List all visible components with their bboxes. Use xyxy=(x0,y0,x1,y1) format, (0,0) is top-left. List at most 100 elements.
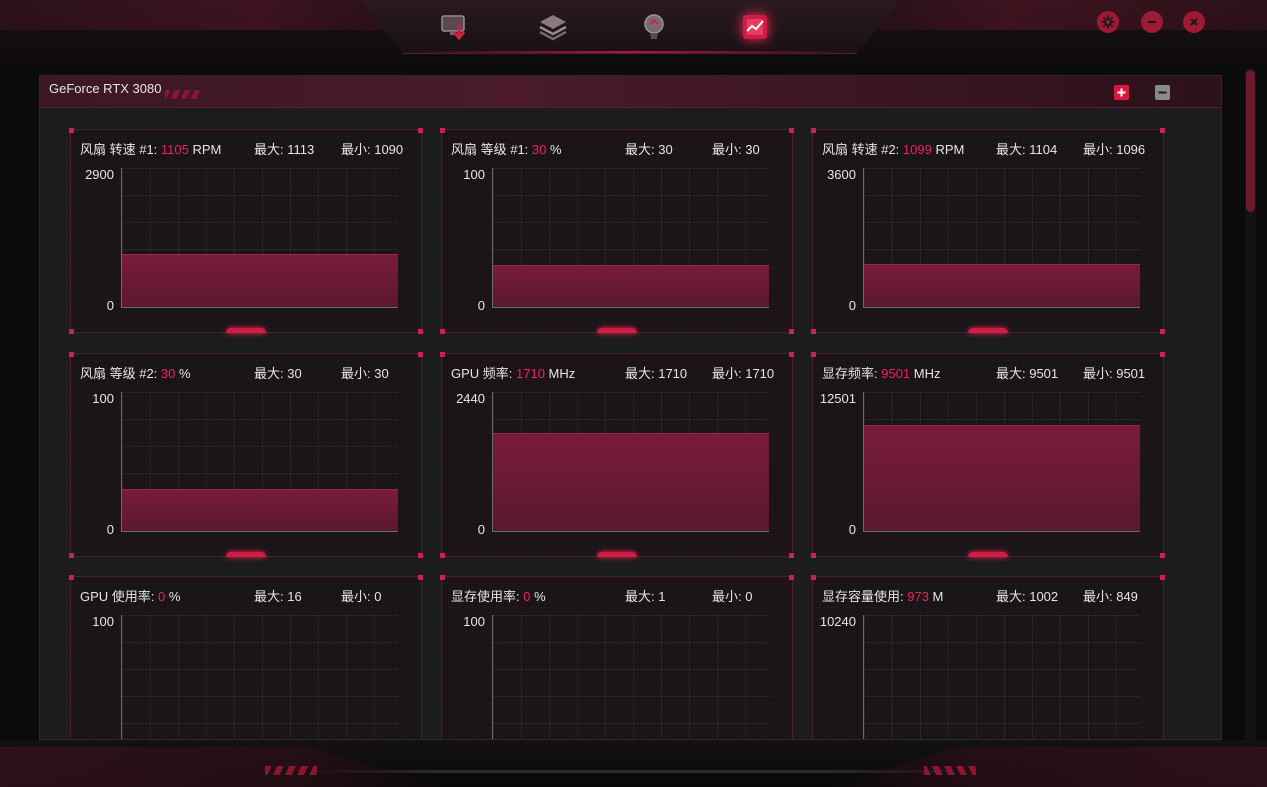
metric-min: 最小: 1096 xyxy=(1083,142,1146,157)
metric-max: 最大: 1 xyxy=(625,589,666,604)
y-axis-zero-label: 0 xyxy=(106,298,114,313)
metric-min: 最小: 849 xyxy=(1083,589,1138,604)
card-corner xyxy=(418,329,423,334)
metric-history-chart xyxy=(492,615,769,739)
metric-unit: % xyxy=(175,366,191,381)
metric-card: 显存容量使用: 973 M 最大: 1002 最小: 849 10240 xyxy=(811,575,1165,739)
y-axis-zero-label: 0 xyxy=(848,522,856,537)
y-axis-zero-label: 0 xyxy=(477,298,485,313)
metric-history-chart xyxy=(492,168,769,308)
card-corner xyxy=(1160,352,1165,357)
bottom-left-decoration xyxy=(0,747,440,787)
nav-lighting[interactable] xyxy=(636,9,672,45)
metric-unit: % xyxy=(546,142,562,157)
chart-area-fill xyxy=(864,425,1140,531)
metric-current-value: 30 xyxy=(160,366,176,381)
metric-name: GPU 频率: xyxy=(451,366,517,381)
y-axis-zero-label: 0 xyxy=(106,522,114,537)
vertical-scrollbar[interactable] xyxy=(1245,68,1256,740)
metric-card: 风扇 等级 #1: 30 % 最大: 30 最小: 30 100 0 xyxy=(440,128,794,334)
metric-history-chart xyxy=(863,168,1140,308)
card-corner xyxy=(440,553,445,558)
metric-name: 风扇 转速 #1: xyxy=(80,142,161,157)
nav-layers[interactable] xyxy=(535,9,571,45)
metric-min: 最小: 0 xyxy=(712,589,753,604)
collapse-panel-button[interactable] xyxy=(1155,85,1170,100)
card-corner xyxy=(789,128,794,133)
metric-history-chart xyxy=(492,392,769,532)
metric-card: GPU 使用率: 0 % 最大: 16 最小: 0 100 xyxy=(69,575,423,739)
y-axis-max-label: 2900 xyxy=(85,167,114,182)
monitor-download-icon xyxy=(441,15,466,41)
chart-area-fill xyxy=(864,264,1140,307)
metric-label: GPU 使用率: 0 % xyxy=(80,586,180,605)
card-indicator-tab xyxy=(968,328,1008,333)
minimize-button[interactable] xyxy=(1141,11,1163,33)
metric-label: 显存使用率: 0 % xyxy=(451,586,546,605)
metric-history-chart xyxy=(121,615,398,739)
card-corner xyxy=(69,575,74,580)
card-indicator-tab xyxy=(597,328,637,333)
y-axis-zero-label: 0 xyxy=(477,522,485,537)
chart-area-fill xyxy=(122,489,398,531)
metric-min: 最小: 30 xyxy=(341,366,389,381)
bottom-stripe-decoration xyxy=(924,766,976,775)
chart-area-fill xyxy=(493,265,769,307)
metric-current-value: 9501 xyxy=(881,366,911,381)
card-corner xyxy=(811,553,816,558)
settings-icon xyxy=(1101,15,1115,29)
metric-max: 最大: 1710 xyxy=(625,366,688,381)
plus-icon xyxy=(1117,88,1126,97)
card-corner xyxy=(789,329,794,334)
bottom-stripe-decoration xyxy=(265,766,317,775)
card-corner xyxy=(440,329,445,334)
metric-min: 最小: 1710 xyxy=(712,366,775,381)
metric-label: 风扇 转速 #1: 1105 RPM xyxy=(80,139,221,158)
lightbulb-icon xyxy=(644,14,664,39)
card-corner xyxy=(789,553,794,558)
metric-name: 风扇 等级 #1: xyxy=(451,142,532,157)
metric-history-chart xyxy=(121,168,398,308)
chart-gridlines xyxy=(864,615,1140,739)
nav-monitor-download[interactable] xyxy=(437,9,473,45)
metric-card: 风扇 转速 #2: 1099 RPM 最大: 1104 最小: 1096 360… xyxy=(811,128,1165,334)
gpu-name-title: GeForce RTX 3080 xyxy=(49,81,162,96)
bottom-frame xyxy=(0,740,1267,787)
nav-monitor[interactable] xyxy=(737,9,773,45)
card-corner xyxy=(1160,128,1165,133)
metric-max: 最大: 1104 xyxy=(996,142,1058,157)
add-monitor-button[interactable] xyxy=(1114,85,1129,100)
panel-title-decoration xyxy=(165,90,201,99)
metric-max: 最大: 1113 xyxy=(254,142,315,157)
metric-label: 显存容量使用: 973 M xyxy=(822,586,943,605)
metric-name: 显存使用率: xyxy=(451,589,524,604)
card-corner xyxy=(811,575,816,580)
metric-current-value: 1710 xyxy=(516,366,545,381)
metric-history-chart xyxy=(863,392,1140,532)
metric-min: 最小: 9501 xyxy=(1083,366,1146,381)
card-indicator-tab xyxy=(226,328,266,333)
metric-label: 风扇 等级 #2: 30 % xyxy=(80,363,191,382)
settings-button[interactable] xyxy=(1097,11,1119,33)
gpu-monitor-panel: GeForce RTX 3080 风扇 转速 #1: 1105 RPM 最大: … xyxy=(39,75,1222,740)
card-corner xyxy=(1160,329,1165,334)
metric-min: 最小: 1090 xyxy=(341,142,404,157)
card-corner xyxy=(418,128,423,133)
y-axis-max-label: 10240 xyxy=(819,614,856,629)
y-axis-max-label: 2440 xyxy=(456,391,485,406)
metric-name: 显存频率: xyxy=(822,366,882,381)
metric-label: 风扇 转速 #2: 1099 RPM xyxy=(822,139,964,158)
scrollbar-thumb[interactable] xyxy=(1246,70,1255,212)
metric-unit: RPM xyxy=(188,142,222,157)
y-axis-max-label: 12501 xyxy=(819,391,856,406)
card-indicator-tab xyxy=(968,552,1008,557)
card-corner xyxy=(418,575,423,580)
metric-unit: RPM xyxy=(931,142,965,157)
title-bar xyxy=(0,0,1267,62)
card-corner xyxy=(440,575,445,580)
metric-max: 最大: 9501 xyxy=(996,366,1059,381)
y-axis-zero-label: 0 xyxy=(848,298,856,313)
chart-area-fill xyxy=(122,254,398,307)
close-button[interactable] xyxy=(1183,11,1205,33)
metric-max: 最大: 30 xyxy=(625,142,673,157)
